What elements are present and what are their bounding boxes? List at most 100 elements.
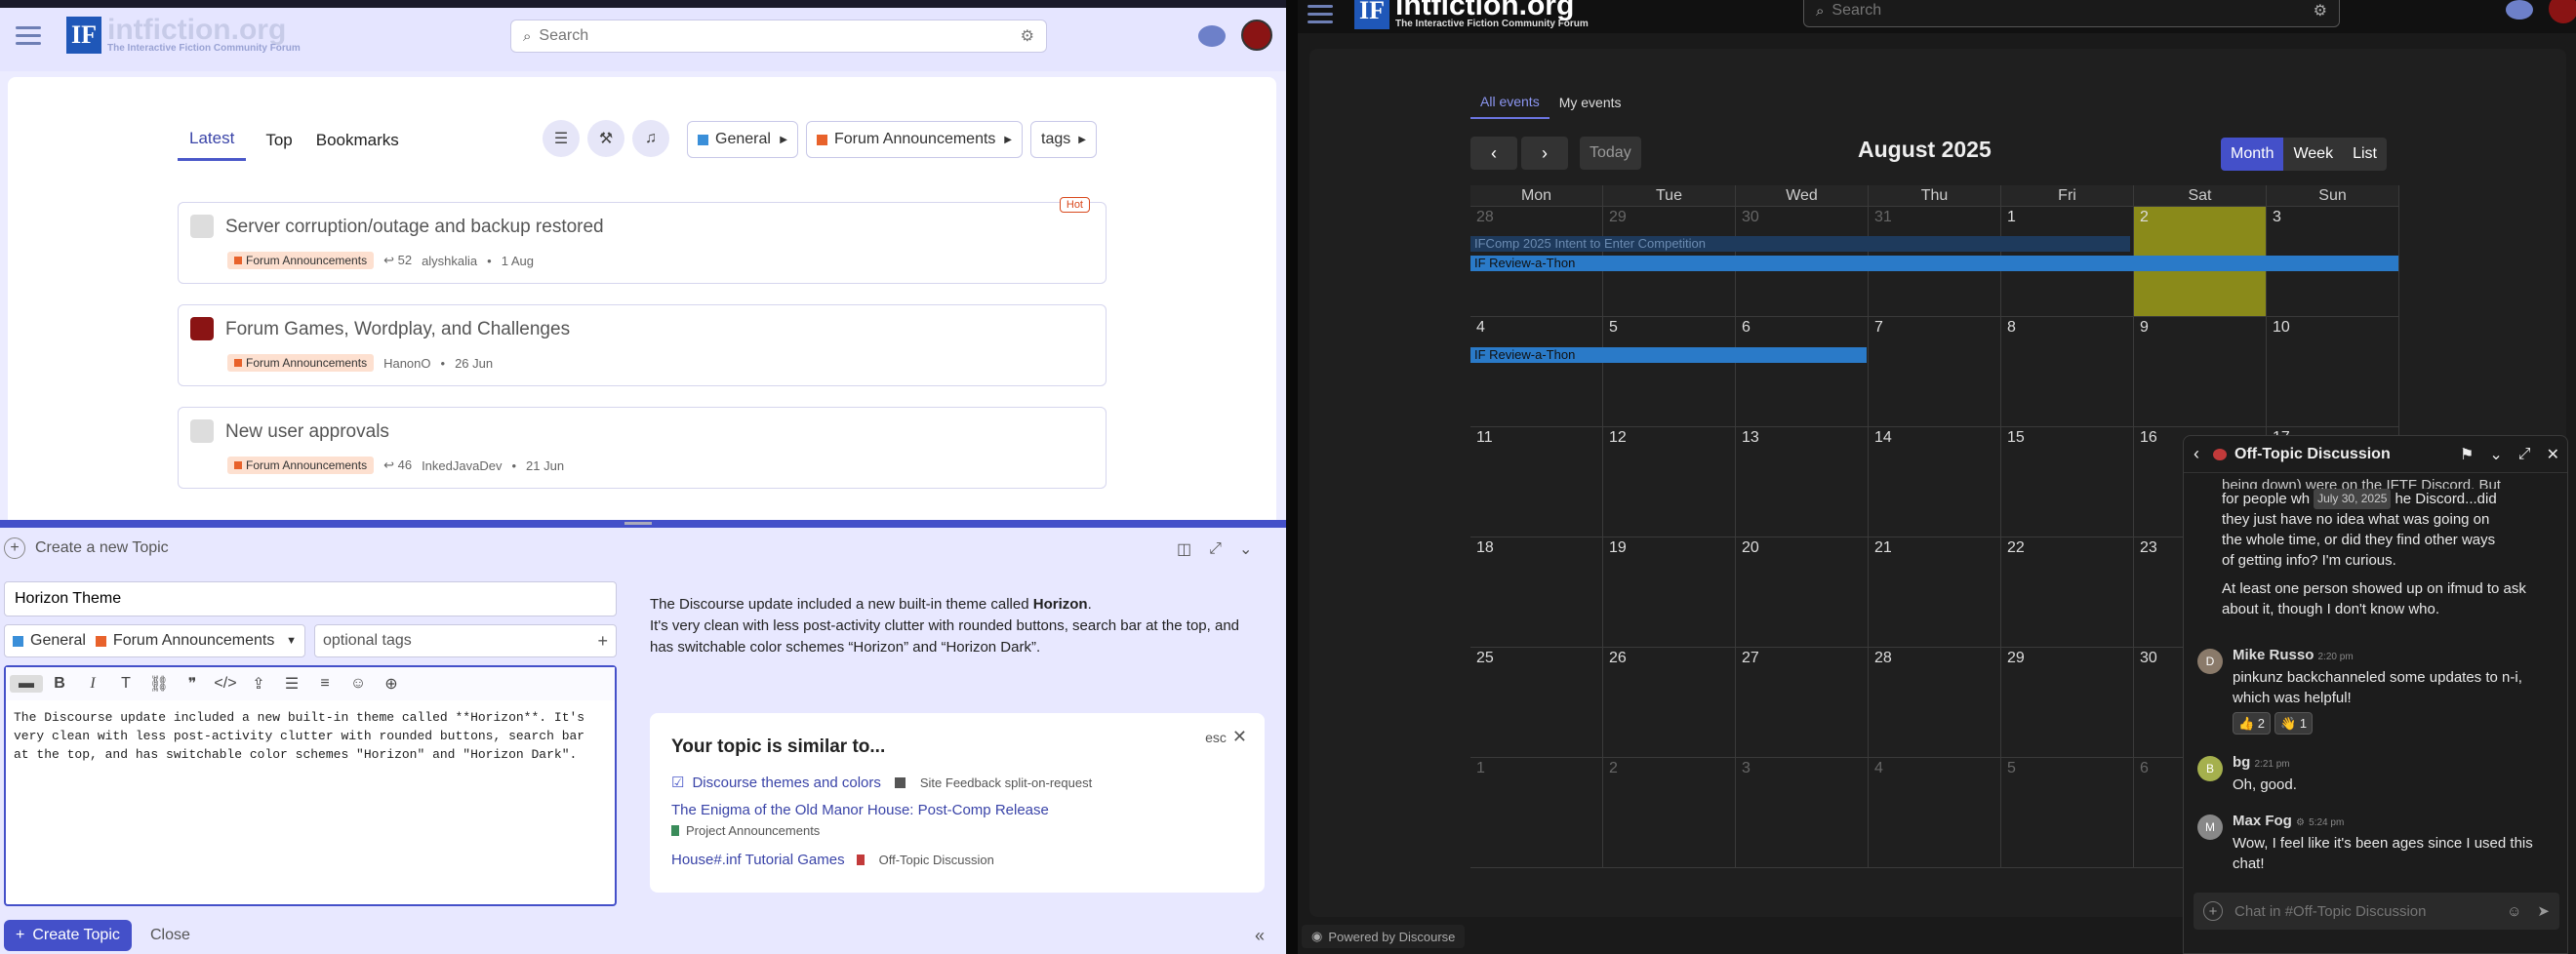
reaction-chip[interactable]: 👍 2: [2233, 712, 2272, 735]
expand-icon[interactable]: ⤢: [2518, 446, 2531, 463]
create-topic-button[interactable]: + Create Topic: [4, 920, 132, 951]
upload-icon[interactable]: ⇪: [242, 674, 275, 694]
category-badge[interactable]: Forum Announcements: [227, 252, 375, 269]
markdown-toggle-icon[interactable]: ▬: [10, 675, 43, 693]
calendar-day[interactable]: 1: [1470, 758, 1603, 868]
event-bar[interactable]: IF Review-a-Thon: [1470, 256, 2398, 271]
event-bar[interactable]: IF Review-a-Thon: [1470, 347, 1867, 363]
calendar-day[interactable]: 9: [2134, 317, 2267, 427]
calendar-day[interactable]: 5: [1603, 317, 1736, 427]
tags-filter[interactable]: tags ▶: [1030, 121, 1097, 158]
topic-row[interactable]: New user approvals Forum Announcements ↩…: [178, 407, 1107, 489]
topic-title-input[interactable]: [4, 581, 617, 616]
calendar-day[interactable]: 13: [1736, 427, 1869, 537]
close-similar[interactable]: esc ✕: [1205, 727, 1247, 747]
calendar-day[interactable]: 15: [2001, 427, 2134, 537]
calendar-day[interactable]: 6: [1736, 317, 1869, 427]
tab-my-events[interactable]: My events: [1550, 91, 1631, 118]
calendar-day[interactable]: 2: [1603, 758, 1736, 868]
code-icon[interactable]: </>: [209, 675, 242, 693]
wrench-icon[interactable]: ⚒: [587, 120, 624, 157]
topic-row[interactable]: Server corruption/outage and backup rest…: [178, 197, 1107, 284]
close-icon[interactable]: ✕: [2547, 445, 2559, 464]
view-month[interactable]: Month: [2221, 138, 2284, 171]
calendar-day[interactable]: 12: [1603, 427, 1736, 537]
link-icon[interactable]: ⛓: [142, 674, 176, 694]
calendar-day[interactable]: 27: [1736, 648, 1869, 758]
bell-icon[interactable]: ♫: [632, 120, 669, 157]
tab-latest[interactable]: Latest: [178, 127, 247, 161]
collapse-icon[interactable]: ⌄: [1239, 539, 1252, 559]
category-filter[interactable]: General ▶: [687, 121, 798, 158]
calendar-day[interactable]: 4: [1470, 317, 1603, 427]
site-logo[interactable]: IF intfiction.org The Interactive Fictio…: [1354, 0, 1589, 29]
next-month-button[interactable]: ›: [1521, 137, 1568, 170]
category-badge[interactable]: Forum Announcements: [227, 457, 375, 474]
similar-item[interactable]: House#.inf Tutorial Games Off-Topic Disc…: [671, 852, 994, 868]
bold-icon[interactable]: B: [43, 675, 76, 693]
chat-composer[interactable]: + ☺ ➤: [2194, 893, 2559, 930]
filter-icon[interactable]: ⚙: [1021, 26, 1034, 46]
filter-icon[interactable]: ⚙: [2314, 1, 2327, 20]
view-list[interactable]: List: [2343, 138, 2387, 171]
calendar-day[interactable]: 14: [1869, 427, 2001, 537]
topic-author[interactable]: HanonO: [383, 356, 430, 371]
search-bar[interactable]: ⌕ ⚙: [1803, 0, 2340, 27]
calendar-day[interactable]: 28: [1869, 648, 2001, 758]
topic-title[interactable]: New user approvals: [225, 421, 389, 443]
toggle-preview-icon[interactable]: ◫: [1177, 539, 1191, 559]
chat-icon[interactable]: [2506, 0, 2533, 20]
chat-username[interactable]: bg: [2233, 754, 2250, 771]
editor[interactable]: ▬ B I T ⛓ ❞ </> ⇪ ☰ ≡ ☺ ⊕ The Discourse …: [4, 665, 617, 906]
hamburger-icon[interactable]: [16, 21, 41, 50]
collapse-sidebar-icon[interactable]: «: [1255, 926, 1265, 946]
calendar-day[interactable]: 5: [2001, 758, 2134, 868]
calendar-day[interactable]: 29: [2001, 648, 2134, 758]
calendar-day[interactable]: 21: [1869, 537, 2001, 648]
editor-textarea[interactable]: The Discourse update included a new buil…: [6, 700, 615, 772]
chat-input[interactable]: [2234, 902, 2508, 920]
bullet-list-icon[interactable]: ☰: [275, 674, 308, 694]
category-badge[interactable]: Forum Announcements: [227, 354, 375, 372]
calendar-day[interactable]: 20: [1736, 537, 1869, 648]
heading-icon[interactable]: T: [109, 675, 142, 693]
similar-link[interactable]: House#.inf Tutorial Games: [671, 852, 845, 868]
prev-month-button[interactable]: ‹: [1470, 137, 1517, 170]
subcategory-filter[interactable]: Forum Announcements ▶: [806, 121, 1023, 158]
chat-username[interactable]: Mike Russo: [2233, 647, 2314, 663]
search-input[interactable]: [1831, 2, 2314, 20]
calendar-day[interactable]: 25: [1470, 648, 1603, 758]
chat-icon[interactable]: [1198, 25, 1226, 47]
calendar-day[interactable]: 3: [1736, 758, 1869, 868]
numbered-list-icon[interactable]: ≡: [308, 675, 342, 693]
chat-username[interactable]: Max Fog: [2233, 813, 2292, 829]
add-icon[interactable]: ⊕: [375, 674, 408, 694]
italic-icon[interactable]: I: [76, 675, 109, 693]
drag-handle[interactable]: [624, 522, 652, 525]
avatar[interactable]: [2549, 0, 2576, 23]
fullscreen-icon[interactable]: ⤢: [1209, 540, 1222, 558]
tag-chooser[interactable]: optional tags +: [314, 624, 617, 657]
calendar-day[interactable]: 22: [2001, 537, 2134, 648]
back-icon[interactable]: ‹: [2194, 444, 2199, 464]
calendar-day[interactable]: 8: [2001, 317, 2134, 427]
tab-bookmarks[interactable]: Bookmarks: [312, 129, 403, 160]
list-icon[interactable]: ☰: [543, 120, 580, 157]
topic-title[interactable]: Forum Games, Wordplay, and Challenges: [225, 319, 570, 340]
powered-by[interactable]: ◉ Powered by Discourse: [1302, 925, 1466, 948]
plus-icon[interactable]: +: [2203, 901, 2223, 921]
calendar-day[interactable]: 10: [2267, 317, 2399, 427]
topic-author[interactable]: alyshkalia: [422, 254, 477, 268]
tab-all-events[interactable]: All events: [1470, 90, 1550, 119]
emoji-icon[interactable]: ☺: [2507, 903, 2521, 920]
hamburger-icon[interactable]: [1308, 0, 1333, 28]
topic-author[interactable]: InkedJavaDev: [422, 458, 502, 473]
collapse-icon[interactable]: ⌄: [2489, 445, 2502, 464]
calendar-day[interactable]: 4: [1869, 758, 2001, 868]
calendar-day[interactable]: 19: [1603, 537, 1736, 648]
tab-top[interactable]: Top: [246, 129, 311, 160]
today-button[interactable]: Today: [1580, 137, 1641, 170]
calendar-day[interactable]: 18: [1470, 537, 1603, 648]
similar-link[interactable]: Discourse themes and colors: [692, 775, 880, 791]
reaction-chip[interactable]: 👋 1: [2274, 712, 2314, 735]
